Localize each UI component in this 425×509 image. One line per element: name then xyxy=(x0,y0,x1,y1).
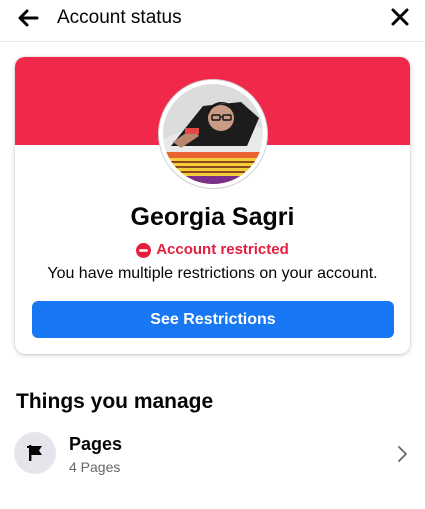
back-button[interactable] xyxy=(14,5,42,31)
item-icon-container xyxy=(14,432,56,474)
account-name: Georgia Sagri xyxy=(130,203,295,231)
chevron-right-icon xyxy=(398,446,407,462)
arrow-left-icon xyxy=(18,9,39,27)
no-entry-icon xyxy=(136,242,152,258)
top-bar: Account status xyxy=(0,0,425,42)
flag-icon xyxy=(27,445,42,461)
item-subtitle: 4 Pages xyxy=(69,459,121,475)
list-item-pages[interactable]: Pages 4 Pages xyxy=(0,425,425,485)
close-icon xyxy=(391,8,409,26)
restriction-description: You have multiple restrictions on your a… xyxy=(47,265,378,282)
close-button[interactable] xyxy=(387,4,413,30)
profile-photo xyxy=(163,84,263,184)
account-status-label: Account restricted xyxy=(156,241,289,258)
account-status-card: Georgia Sagri Account restricted You hav… xyxy=(15,57,410,354)
see-restrictions-button[interactable]: See Restrictions xyxy=(32,301,394,338)
avatar xyxy=(159,80,267,188)
item-title: Pages xyxy=(69,434,123,454)
section-title: Things you manage xyxy=(16,390,214,413)
page-title: Account status xyxy=(57,7,182,28)
status-row: Account restricted xyxy=(15,241,410,259)
